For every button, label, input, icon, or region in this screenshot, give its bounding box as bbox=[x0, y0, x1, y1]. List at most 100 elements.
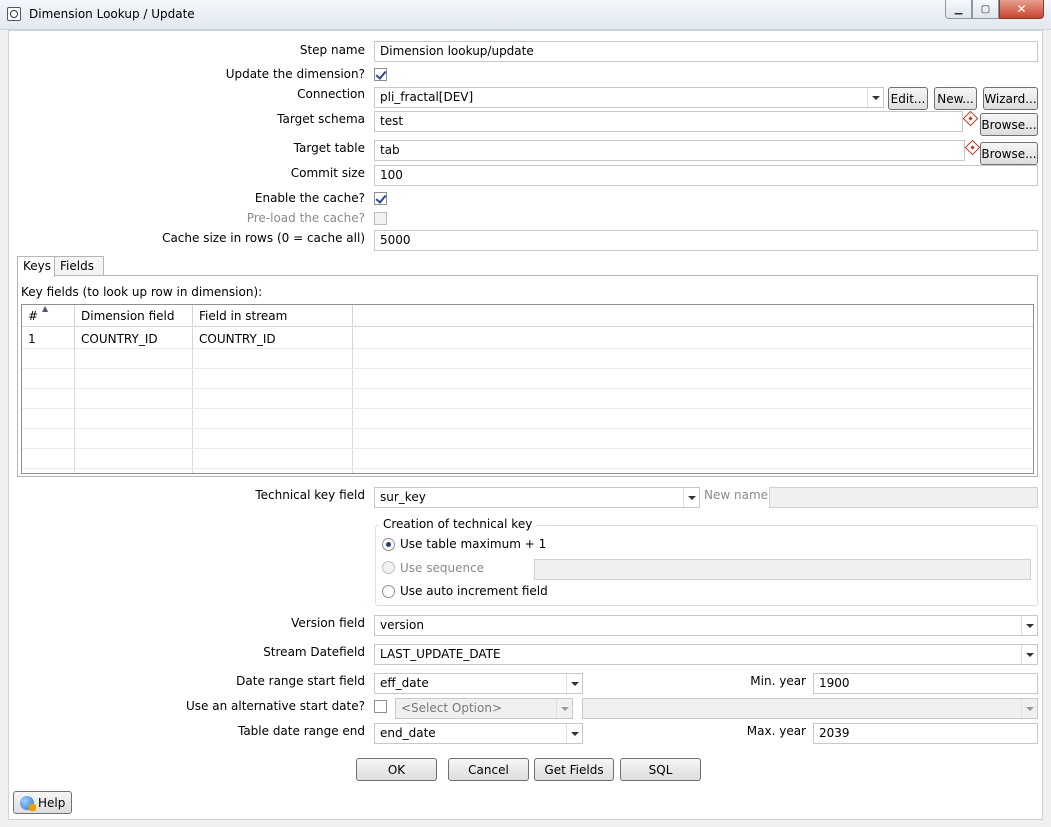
app-icon bbox=[7, 7, 21, 21]
wizard-connection-button[interactable]: Wizard... bbox=[983, 87, 1038, 110]
chevron-down-icon bbox=[566, 724, 582, 743]
connection-value: pli_fractal[DEV] bbox=[380, 90, 474, 104]
table-row[interactable]: 1 COUNTRY_ID COUNTRY_ID bbox=[22, 329, 1033, 349]
chevron-down-icon bbox=[1021, 616, 1037, 635]
date-range-start-select[interactable]: eff_date bbox=[374, 673, 583, 694]
key-fields-caption: Key fields (to look up row in dimension)… bbox=[21, 285, 263, 299]
minimize-button[interactable]: ▁ bbox=[945, 0, 972, 19]
radio-table-maximum[interactable] bbox=[382, 538, 395, 551]
chevron-down-icon bbox=[556, 699, 572, 718]
sequence-name-input[interactable] bbox=[534, 559, 1031, 580]
new-connection-button[interactable]: New... bbox=[934, 87, 977, 110]
alt-start-option-select[interactable]: <Select Option> bbox=[395, 698, 573, 719]
stream-datefield-label: Stream Datefield bbox=[263, 645, 365, 659]
target-table-label: Target table bbox=[293, 141, 365, 155]
radio-auto-increment[interactable] bbox=[382, 585, 395, 598]
cache-size-input[interactable]: 5000 bbox=[374, 230, 1038, 251]
chevron-down-icon bbox=[566, 674, 582, 693]
chevron-down-icon bbox=[1021, 645, 1037, 664]
version-field-value: version bbox=[380, 618, 424, 632]
keys-tab-panel: Key fields (to look up row in dimension)… bbox=[17, 275, 1038, 477]
preload-cache-checkbox[interactable] bbox=[374, 212, 387, 225]
table-header: # ▲ Dimension field Field in stream bbox=[22, 305, 1033, 327]
min-year-label: Min. year bbox=[750, 674, 806, 688]
dialog-window: Dimension Lookup / Update ▁ ▢ ✕ Step nam… bbox=[0, 0, 1051, 827]
browse-schema-button[interactable]: Browse... bbox=[980, 113, 1038, 136]
window-title: Dimension Lookup / Update bbox=[29, 7, 195, 21]
date-range-start-value: eff_date bbox=[380, 676, 429, 690]
enable-cache-label: Enable the cache? bbox=[254, 191, 365, 205]
table-row-empty[interactable] bbox=[22, 449, 1033, 469]
new-name-input[interactable] bbox=[769, 487, 1038, 508]
target-schema-input[interactable]: test bbox=[374, 111, 963, 132]
new-name-label: New name bbox=[704, 488, 769, 502]
radio-use-sequence-label: Use sequence bbox=[400, 561, 485, 575]
technical-key-group-title: Creation of technical key bbox=[379, 517, 537, 531]
radio-use-sequence[interactable] bbox=[382, 561, 395, 574]
row-number-cell[interactable]: 1 bbox=[22, 329, 75, 349]
variable-diamond-icon bbox=[964, 139, 981, 156]
version-field-label: Version field bbox=[291, 616, 365, 630]
window-controls: ▁ ▢ ✕ bbox=[945, 0, 1044, 20]
commit-size-input[interactable]: 100 bbox=[374, 165, 1038, 186]
ok-button[interactable]: OK bbox=[356, 758, 437, 781]
chevron-down-icon bbox=[683, 488, 699, 507]
alt-start-extra-select[interactable] bbox=[582, 698, 1038, 719]
technical-key-select[interactable]: sur_key bbox=[374, 487, 700, 508]
date-range-end-label: Table date range end bbox=[237, 724, 365, 738]
dialog-body: Step name Dimension lookup/update Update… bbox=[8, 30, 1043, 820]
radio-table-maximum-label: Use table maximum + 1 bbox=[400, 537, 547, 551]
chevron-down-icon bbox=[1021, 699, 1037, 718]
enable-cache-checkbox[interactable] bbox=[374, 192, 387, 205]
max-year-label: Max. year bbox=[746, 724, 806, 738]
table-row-empty[interactable] bbox=[22, 409, 1033, 429]
update-dimension-checkbox[interactable] bbox=[374, 68, 387, 81]
date-range-start-label: Date range start field bbox=[236, 674, 365, 688]
stream-datefield-select[interactable]: LAST_UPDATE_DATE bbox=[374, 644, 1038, 665]
max-year-input[interactable]: 2039 bbox=[813, 723, 1038, 744]
connection-select[interactable]: pli_fractal[DEV] bbox=[374, 87, 884, 108]
version-field-select[interactable]: version bbox=[374, 615, 1038, 636]
tab-keys[interactable]: Keys bbox=[17, 256, 55, 277]
column-header-field-in-stream[interactable]: Field in stream bbox=[193, 305, 353, 327]
target-schema-label: Target schema bbox=[277, 112, 365, 126]
variable-diamond-icon bbox=[962, 110, 979, 127]
column-header-dimension-field[interactable]: Dimension field bbox=[75, 305, 193, 327]
close-button[interactable]: ✕ bbox=[999, 0, 1044, 19]
radio-auto-increment-label: Use auto increment field bbox=[400, 584, 548, 598]
table-row-empty[interactable] bbox=[22, 369, 1033, 389]
sql-button[interactable]: SQL bbox=[620, 758, 701, 781]
update-dimension-label: Update the dimension? bbox=[225, 67, 365, 81]
min-year-input[interactable]: 1900 bbox=[813, 673, 1038, 694]
cancel-button[interactable]: Cancel bbox=[448, 758, 529, 781]
key-fields-table[interactable]: # ▲ Dimension field Field in stream 1 CO… bbox=[21, 304, 1034, 474]
alt-start-option-value: <Select Option> bbox=[401, 701, 502, 715]
tab-fields[interactable]: Fields bbox=[54, 256, 104, 276]
edit-connection-button[interactable]: Edit... bbox=[888, 87, 928, 110]
maximize-button[interactable]: ▢ bbox=[972, 0, 999, 19]
help-globe-icon bbox=[20, 795, 36, 811]
table-row-empty[interactable] bbox=[22, 389, 1033, 409]
field-in-stream-cell[interactable]: COUNTRY_ID bbox=[193, 329, 353, 349]
help-button[interactable]: Help bbox=[13, 791, 72, 814]
table-row-empty[interactable] bbox=[22, 349, 1033, 369]
connection-label: Connection bbox=[297, 87, 365, 101]
column-header-number[interactable]: # ▲ bbox=[22, 305, 75, 327]
alt-start-date-checkbox[interactable] bbox=[374, 700, 387, 713]
chevron-down-icon bbox=[867, 88, 883, 107]
table-row-empty[interactable] bbox=[22, 429, 1033, 449]
help-button-label: Help bbox=[38, 795, 66, 810]
sort-up-icon: ▲ bbox=[42, 304, 49, 313]
date-range-end-select[interactable]: end_date bbox=[374, 723, 583, 744]
technical-key-label: Technical key field bbox=[255, 488, 365, 502]
browse-table-button[interactable]: Browse... bbox=[980, 142, 1038, 165]
step-name-input[interactable]: Dimension lookup/update bbox=[374, 41, 1038, 62]
stream-datefield-value: LAST_UPDATE_DATE bbox=[380, 647, 501, 661]
preload-cache-label: Pre-load the cache? bbox=[246, 211, 365, 225]
commit-size-label: Commit size bbox=[290, 166, 365, 180]
date-range-end-value: end_date bbox=[380, 726, 436, 740]
target-table-input[interactable]: tab bbox=[374, 140, 965, 161]
dimension-field-cell[interactable]: COUNTRY_ID bbox=[75, 329, 193, 349]
alt-start-date-label: Use an alternative start date? bbox=[186, 699, 365, 713]
get-fields-button[interactable]: Get Fields bbox=[534, 758, 614, 781]
